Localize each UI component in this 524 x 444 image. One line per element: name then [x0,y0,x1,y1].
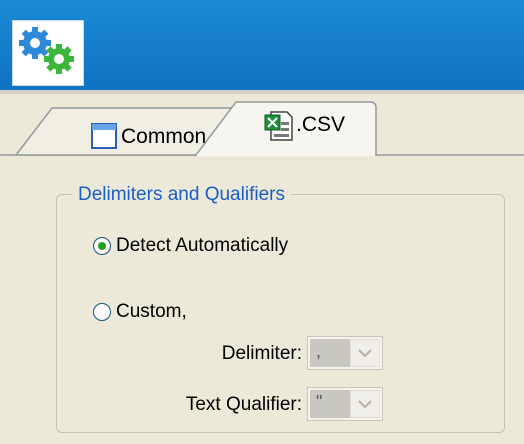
window-icon [91,123,117,154]
tab-shapes [0,101,524,157]
detect-automatically-label: Detect Automatically [116,235,289,256]
custom-label: Custom, [116,301,187,322]
detect-automatically-radio[interactable] [93,237,111,255]
delimiter-value: , [310,339,350,367]
text-qualifier-value: " [310,390,350,418]
custom-radio[interactable] [93,303,111,321]
excel-file-icon [264,110,294,147]
text-qualifier-label: Text Qualifier: [185,394,302,415]
chevron-down-icon[interactable] [350,390,380,418]
tab-csv-label: .CSV [296,113,346,136]
detect-automatically-option[interactable]: Detect Automatically [93,235,288,257]
delimiter-select[interactable]: , [307,336,383,370]
group-title: Delimiters and Qualifiers [72,183,291,207]
tab-common-label: Common [121,125,207,148]
custom-option[interactable]: Custom, [93,301,187,323]
text-qualifier-select[interactable]: " [307,387,383,421]
delimiter-label: Delimiter: [221,343,302,364]
app-header [0,0,524,90]
gears-icon [19,27,74,74]
logo [12,20,84,86]
chevron-down-icon[interactable] [350,339,380,367]
tab-strip: Common .CSV [0,94,524,158]
